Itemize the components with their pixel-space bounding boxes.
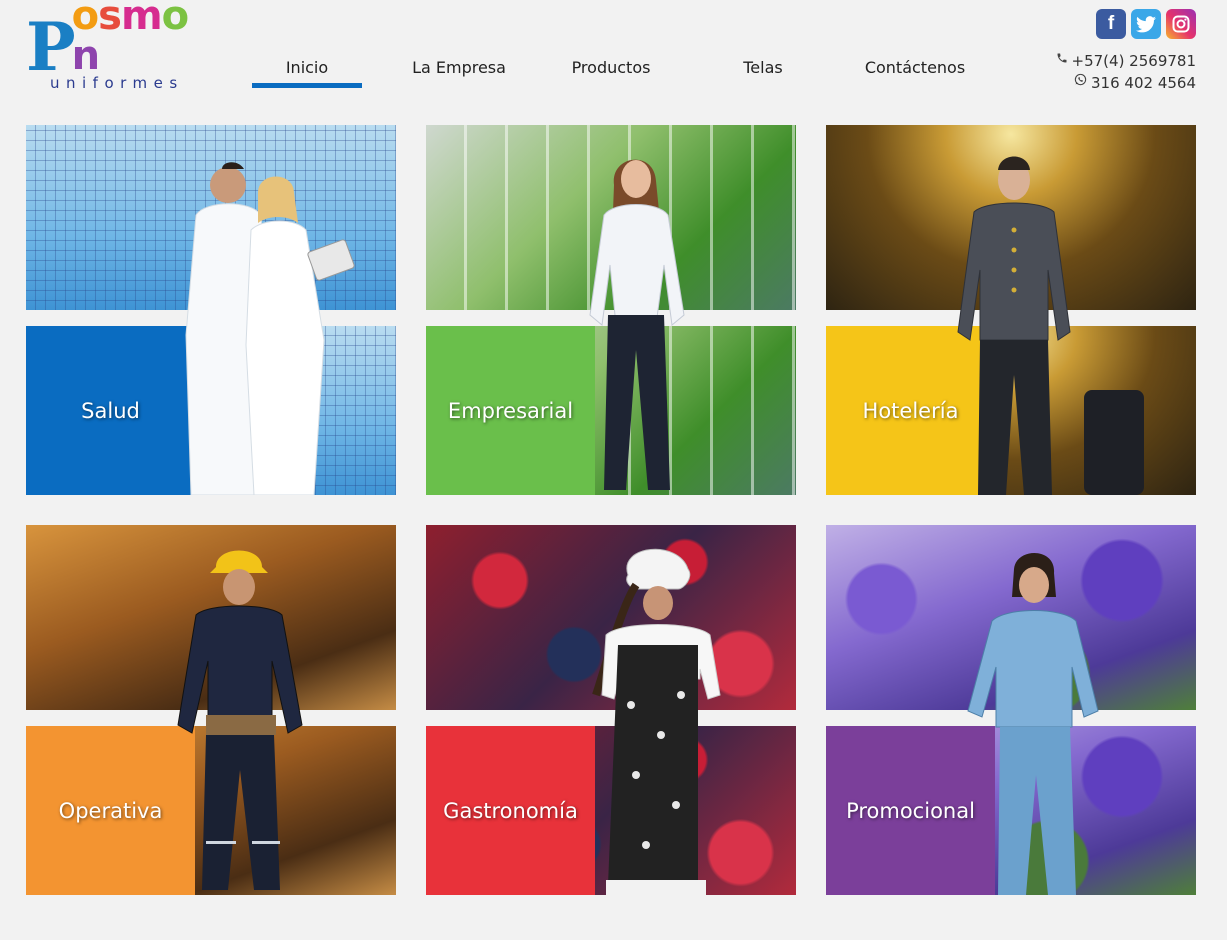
bellboy-figure <box>957 156 1144 495</box>
instagram-icon[interactable] <box>1166 9 1196 39</box>
whatsapp-icon <box>1074 72 1087 94</box>
gastronomia-color-box: Gastronomía <box>426 726 595 895</box>
logo-letter: n <box>71 33 101 79</box>
worker-figure <box>177 550 303 890</box>
nav-item-productos[interactable]: Productos <box>556 58 666 88</box>
tile-label: Hotelería <box>862 398 959 423</box>
category-tile-hoteleria[interactable]: Hotelería <box>826 125 1196 495</box>
chef-figure <box>592 548 721 895</box>
logo-wordmark: P osmon <box>26 0 201 86</box>
category-tile-operativa[interactable]: Operativa <box>26 525 396 895</box>
logo-letter: s <box>98 0 122 39</box>
nav-item-inicio[interactable]: Inicio <box>252 58 362 88</box>
phone-row: +57(4) 2569781 <box>1056 50 1196 72</box>
tile-label: Empresarial <box>447 398 574 423</box>
whatsapp-row: 316 402 4564 <box>1056 72 1196 94</box>
category-tile-gastronomia[interactable]: Gastronomía <box>426 525 796 895</box>
phone-icon <box>1056 50 1068 72</box>
tile-label: Operativa <box>58 798 163 823</box>
nav-item-contactenos[interactable]: Contáctenos <box>860 58 970 88</box>
logo-initial: P <box>26 8 76 86</box>
doctors-figure <box>185 162 355 495</box>
phone-number[interactable]: +57(4) 2569781 <box>1072 50 1196 72</box>
category-tile-promocional[interactable]: Promocional <box>826 525 1196 895</box>
tile-label: Gastronomía <box>443 798 578 823</box>
brand-logo[interactable]: P osmon uniformes <box>26 0 201 95</box>
nav-item-la-empresa[interactable]: La Empresa <box>404 58 514 88</box>
facebook-icon[interactable]: f <box>1096 9 1126 39</box>
main-nav: Inicio La Empresa Productos Telas Contác… <box>252 58 970 88</box>
whatsapp-number[interactable]: 316 402 4564 <box>1091 72 1196 94</box>
logo-letters: osmon <box>72 0 201 76</box>
social-links: f <box>1096 9 1196 39</box>
category-tile-empresarial[interactable]: Empresarial <box>426 125 796 495</box>
promo-staff-figure <box>967 552 1099 895</box>
logo-subtitle: uniformes <box>50 74 184 92</box>
logo-letter: o <box>71 0 100 39</box>
logo-letter: m <box>120 0 163 39</box>
twitter-icon[interactable] <box>1131 9 1161 39</box>
businesswoman-figure <box>589 159 685 490</box>
contact-info: +57(4) 2569781 316 402 4564 <box>1056 50 1196 94</box>
logo-letter: o <box>161 0 190 39</box>
category-tile-salud[interactable]: Salud <box>26 125 396 495</box>
tile-label: Salud <box>81 398 140 423</box>
nav-item-telas[interactable]: Telas <box>708 58 818 88</box>
